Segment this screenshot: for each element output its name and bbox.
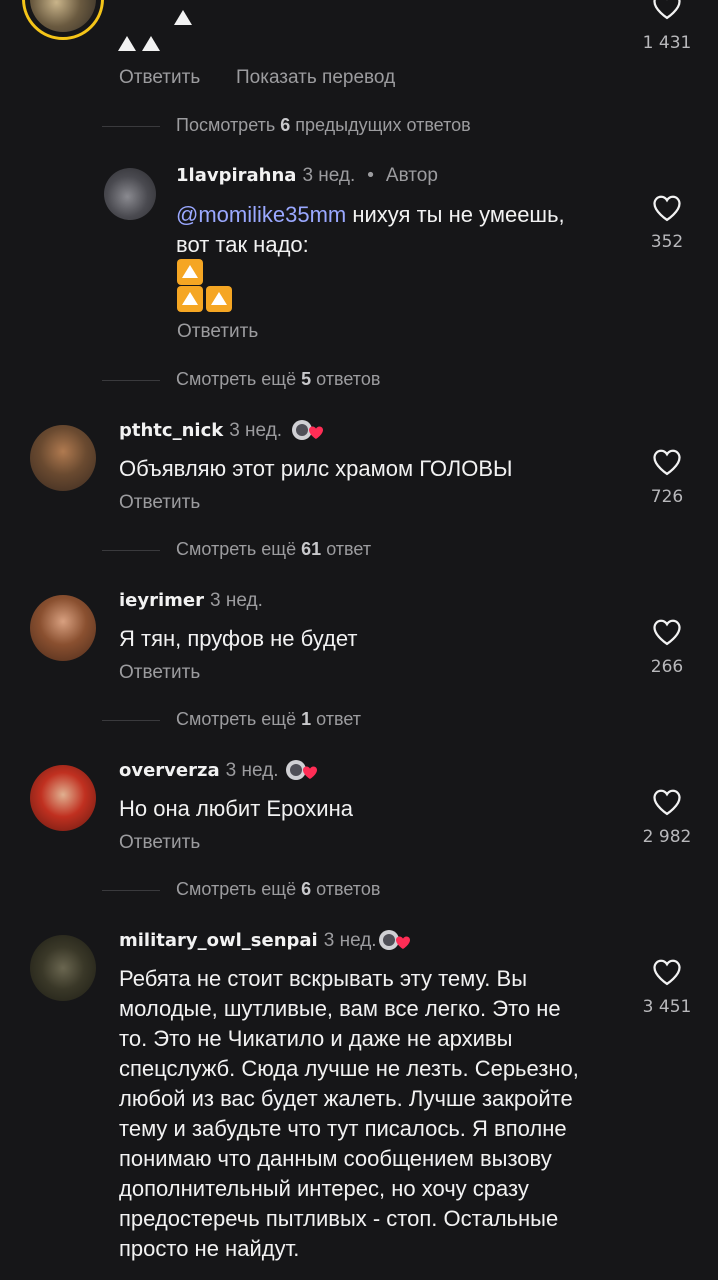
like-count: 266	[650, 657, 684, 677]
avatar[interactable]	[22, 0, 104, 40]
comment-text: Объявляю этот рилс храмом ГОЛОВЫ	[119, 456, 513, 481]
avatar[interactable]	[30, 595, 96, 661]
username[interactable]: military_owl_senpai 3 нед.	[119, 930, 377, 952]
comment-text: Но она любит Ерохина	[119, 796, 353, 821]
owl-heart-badge-icon	[286, 760, 317, 780]
view-more-replies[interactable]: Смотреть ещё 61 ответ	[102, 539, 371, 560]
comment-age: 3 нед.	[302, 165, 356, 186]
view-more-replies[interactable]: Смотреть ещё 1 ответ	[102, 709, 361, 730]
like-count: 3 451	[642, 997, 692, 1017]
username[interactable]: pthtc_nick 3 нед.	[119, 420, 282, 442]
like-count: 1 431	[642, 33, 692, 53]
reply-button[interactable]: Ответить	[119, 832, 200, 854]
reply-button[interactable]: Ответить	[119, 67, 200, 89]
heart-icon[interactable]	[652, 958, 682, 986]
comment-age: 3 нед.	[225, 760, 279, 781]
heart-icon[interactable]	[652, 788, 682, 816]
comment-text: @momilike35mm нихуя ты не умеешь, вот та…	[176, 202, 565, 257]
username[interactable]: oververza 3 нед.	[119, 760, 279, 782]
username[interactable]: 1lavpirahna 3 нед. • Автор	[176, 165, 438, 187]
view-previous-replies[interactable]: Посмотреть 6 предыдущих ответов	[102, 115, 471, 136]
reply-button[interactable]: Ответить	[177, 321, 258, 343]
username[interactable]: ieyrimer 3 нед.	[119, 590, 263, 612]
heart-icon[interactable]	[652, 0, 682, 20]
like-count: 726	[650, 487, 684, 507]
comment-age: 3 нед.	[323, 930, 377, 951]
comment-age: 3 нед.	[229, 420, 283, 441]
like-count: 2 982	[642, 827, 692, 847]
avatar[interactable]	[30, 935, 96, 1001]
view-more-replies[interactable]: Смотреть ещё 5 ответов	[102, 369, 380, 390]
show-translation-button[interactable]: Показать перевод	[236, 67, 395, 89]
reply-button[interactable]: Ответить	[119, 662, 200, 684]
reply-button[interactable]: Ответить	[119, 492, 200, 514]
comment-text: Ребята не стоит вскрывать эту тему. Вы м…	[119, 966, 579, 1261]
heart-icon[interactable]	[652, 448, 682, 476]
like-count: 352	[650, 232, 684, 252]
owl-heart-badge-icon	[292, 420, 323, 440]
mention-link[interactable]: @momilike35mm	[176, 202, 346, 227]
comment-text: Я тян, пруфов не будет	[119, 626, 358, 651]
avatar[interactable]	[30, 425, 96, 491]
owl-heart-badge-icon	[379, 930, 410, 950]
heart-icon[interactable]	[652, 194, 682, 222]
avatar[interactable]	[30, 765, 96, 831]
heart-icon[interactable]	[652, 618, 682, 646]
triangle-art	[118, 8, 198, 54]
comment-age: 3 нед.	[210, 590, 263, 611]
view-more-replies[interactable]: Смотреть ещё 6 ответов	[102, 879, 380, 900]
author-label: Автор	[385, 165, 438, 186]
warning-emoji-art	[177, 259, 237, 315]
avatar[interactable]	[104, 168, 156, 220]
